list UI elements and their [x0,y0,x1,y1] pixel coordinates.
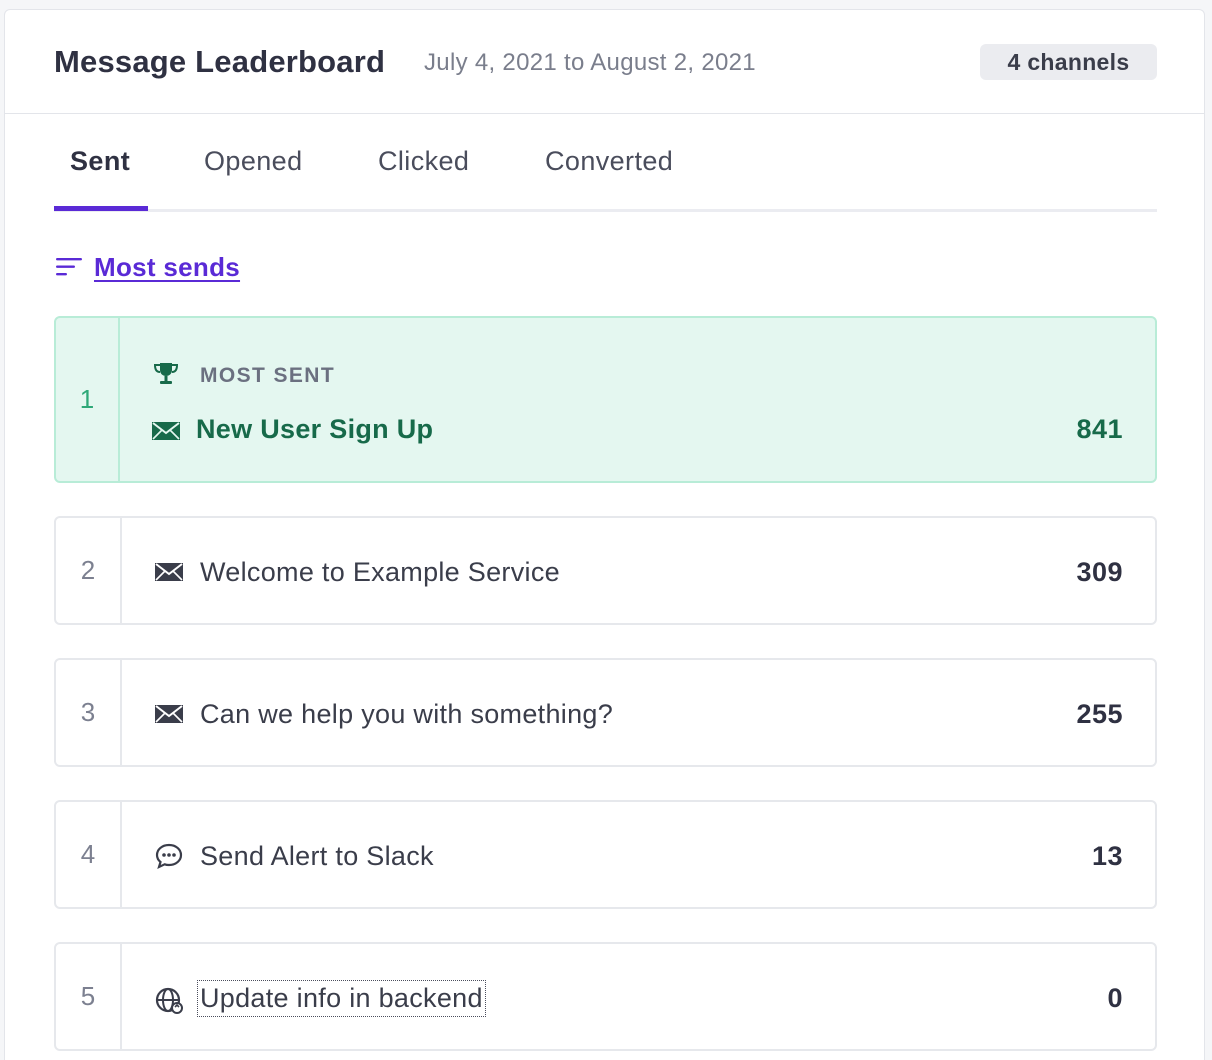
message-name: Can we help you with something? [200,699,614,729]
leaderboard-row-4[interactable]: 4 Send Alert to Slack 13 [54,800,1157,909]
envelope-icon [155,563,183,581]
envelope-icon [152,422,180,440]
tab-bar: Sent Opened Clicked Converted [54,114,1157,212]
tab-opened[interactable]: Opened [204,146,302,177]
message-name[interactable]: Update info in backend [197,980,486,1017]
envelope-icon [155,705,183,723]
message-count: 0 [1107,983,1123,1013]
rank-number: 1 [56,318,120,481]
message-count: 13 [1091,841,1123,871]
message-name: New User Sign Up [196,414,434,444]
rank-number: 2 [56,518,122,623]
date-range: July 4, 2021 to August 2, 2021 [424,49,756,76]
chat-bubble-icon [155,843,183,870]
message-count: 255 [1076,699,1123,729]
rank-number: 5 [56,944,122,1049]
leaderboard-row-2[interactable]: 2 Welcome to Example Service 309 [54,516,1157,625]
tab-sent[interactable]: Sent [70,146,130,177]
leaderboard-row-3[interactable]: 3 Can we help you with something? 255 [54,658,1157,767]
message-name: Send Alert to Slack [200,841,434,871]
leaderboard-row-5[interactable]: 5 Update info in backend 0 [54,942,1157,1051]
leaderboard-row-1[interactable]: 1 MOST SENT New User Sign Up 841 [54,316,1157,483]
sort-selector[interactable]: Most sends [56,247,240,287]
page-title: Message Leaderboard [54,44,386,79]
trophy-icon [153,363,179,384]
most-sent-label: MOST SENT [200,364,336,387]
rank-number: 3 [56,660,122,765]
channels-badge: 4 channels [980,44,1157,80]
rank-number: 4 [56,802,122,907]
message-count: 309 [1076,557,1123,587]
leaderboard-card: Message Leaderboard July 4, 2021 to Augu… [4,9,1205,1060]
active-tab-indicator [54,206,148,211]
globe-sync-icon [155,987,183,1014]
card-header: Message Leaderboard July 4, 2021 to Augu… [5,10,1204,114]
message-name: Welcome to Example Service [200,557,560,587]
message-count: 841 [1076,414,1123,444]
sort-lines-icon [56,258,82,276]
tab-converted[interactable]: Converted [545,146,673,177]
tab-clicked[interactable]: Clicked [378,146,469,177]
sort-label[interactable]: Most sends [94,252,240,283]
